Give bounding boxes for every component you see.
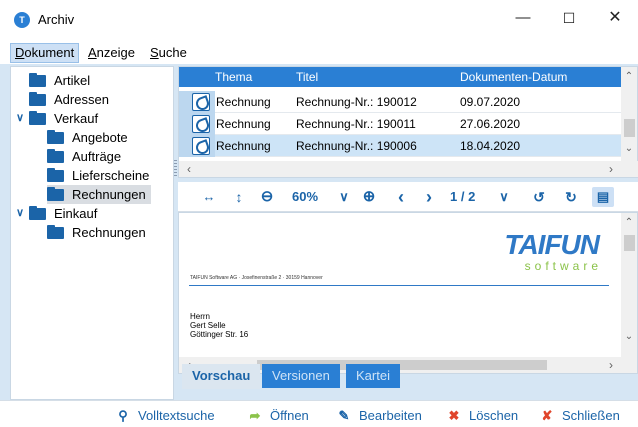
grid-vertical-scrollbar[interactable]: ⌃ ⌄ <box>621 67 637 161</box>
close-icon: ✘ <box>541 408 553 423</box>
rotate-right-icon[interactable]: ↻ <box>562 187 580 207</box>
bearbeiten-button[interactable]: ✎ Bearbeiten <box>335 407 422 425</box>
cell-thema: Rechnung <box>216 117 271 131</box>
cell-datum: 27.06.2020 <box>460 117 521 131</box>
open-icon: ➦ <box>249 408 261 423</box>
cell-datum: 18.04.2020 <box>460 139 521 153</box>
title-bar: T Archiv — ☐ ✕ <box>0 0 638 40</box>
taifun-app-icon: T <box>14 12 30 28</box>
chevron-down-icon[interactable]: ∨ <box>16 204 24 223</box>
menu-suche[interactable]: Suche <box>146 43 191 63</box>
folder-icon <box>29 73 46 87</box>
chevron-right-icon[interactable]: › <box>603 162 619 176</box>
address-line: Gert Selle <box>190 321 226 330</box>
taifun-logo: TAIFUN <box>504 229 600 260</box>
close-window-button[interactable]: ✕ <box>592 0 638 36</box>
menu-dokument[interactable]: Dokument <box>10 43 80 63</box>
folder-open-icon <box>29 206 46 220</box>
chevron-down-icon[interactable]: ⌄ <box>621 143 637 154</box>
page-indicator[interactable]: 1 / 2 <box>450 187 475 207</box>
folder-icon <box>47 130 64 144</box>
chevron-left-icon[interactable]: ‹ <box>181 162 197 176</box>
cell-titel: Rechnung-Nr.: 190012 <box>296 95 417 109</box>
edit-icon: ✎ <box>338 408 350 423</box>
chevron-down-icon[interactable]: ⌄ <box>621 331 637 342</box>
folder-icon <box>47 187 64 201</box>
folder-icon <box>29 92 46 106</box>
chevron-up-icon[interactable]: ⌃ <box>621 217 637 228</box>
fit-height-icon[interactable]: ↕ <box>230 187 248 207</box>
taifun-logo-subtitle: software <box>524 259 602 273</box>
chevron-up-icon[interactable]: ⌃ <box>621 71 637 82</box>
tab-vorschau[interactable]: Vorschau <box>182 364 261 389</box>
cell-titel: Rechnung-Nr.: 190011 <box>296 117 416 131</box>
maximize-button[interactable]: ☐ <box>546 0 592 36</box>
address-line: Herrn <box>190 312 211 321</box>
window-title: Archiv <box>38 12 75 27</box>
cell-thema: Rechnung <box>216 95 271 109</box>
minimize-button[interactable]: — <box>500 0 546 36</box>
table-row[interactable]: Rechnung Rechnung-Nr.: 190011 27.06.2020 <box>179 113 623 135</box>
column-header-titel[interactable]: Titel <box>296 70 318 84</box>
chevron-right-icon[interactable]: › <box>603 358 619 372</box>
pdf-icon <box>192 137 210 155</box>
rotate-left-icon[interactable]: ↺ <box>530 187 548 207</box>
pdf-icon <box>192 115 210 133</box>
tab-kartei[interactable]: Kartei <box>346 364 400 388</box>
document-grid: Thema Titel Dokumenten-Datum Rechnung Re… <box>178 66 638 178</box>
zoom-level[interactable]: 60% <box>292 187 318 207</box>
divider-line <box>189 285 609 286</box>
cell-titel: Rechnung-Nr.: 190006 <box>296 139 417 153</box>
schliessen-button[interactable]: ✘ Schließen <box>538 407 620 425</box>
cell-datum: 09.07.2020 <box>460 95 521 109</box>
cell-thema: Rechnung <box>216 139 271 153</box>
table-row-selected[interactable]: Rechnung Rechnung-Nr.: 190006 18.04.2020 <box>179 135 623 157</box>
column-header-datum[interactable]: Dokumenten-Datum <box>460 70 567 84</box>
oeffnen-button[interactable]: ➦ Öffnen <box>246 407 309 425</box>
fit-width-icon[interactable]: ↔ <box>200 187 218 207</box>
grid-header: Thema Titel Dokumenten-Datum <box>179 67 623 87</box>
folder-icon <box>47 225 64 239</box>
loeschen-button[interactable]: ✖ Löschen <box>445 407 519 425</box>
grid-horizontal-scrollbar[interactable]: ‹ › <box>179 161 638 177</box>
sender-line: TAIFUN Software AG · Josefinenstraße 2 ·… <box>190 275 323 281</box>
preview-vertical-scrollbar[interactable]: ⌃ ⌄ <box>621 213 637 359</box>
chevron-right-icon[interactable]: › <box>422 187 436 207</box>
folder-tree: Artikel Adressen ∨ Verkauf Angebote Auft… <box>10 66 174 400</box>
folder-icon <box>47 168 64 182</box>
tab-versionen[interactable]: Versionen <box>262 364 340 388</box>
column-header-thema[interactable]: Thema <box>215 70 252 84</box>
pdf-preview[interactable]: TAIFUN software TAIFUN Software AG · Jos… <box>178 212 638 374</box>
table-row[interactable]: Rechnung Rechnung-Nr.: 190012 09.07.2020 <box>179 91 623 113</box>
address-line: Göttinger Str. 16 <box>190 330 249 339</box>
scrollbar-thumb[interactable] <box>624 119 635 137</box>
chevron-down-icon[interactable]: ∨ <box>336 187 352 207</box>
viewer-toolbar: ↔ ↕ ⊖ 60% ∨ ⊕ ‹ › 1 / 2 ∨ ↺ ↻ ▤ <box>178 182 638 212</box>
menu-bar: Dokument Anzeige Suche <box>0 43 638 63</box>
zoom-out-icon[interactable]: ⊖ <box>258 187 276 207</box>
scrollbar-thumb[interactable] <box>624 235 635 251</box>
zoom-in-icon[interactable]: ⊕ <box>360 187 378 207</box>
splitter-handle[interactable] <box>174 160 177 176</box>
search-icon: ⚲ <box>118 408 128 423</box>
tree-item-rechnungen-verkauf[interactable]: Rechnungen <box>47 185 151 204</box>
chevron-down-icon[interactable]: ∨ <box>496 187 512 207</box>
menu-anzeige[interactable]: Anzeige <box>84 43 139 63</box>
pdf-icon <box>192 93 210 111</box>
volltextsuche-button[interactable]: ⚲ Volltextsuche <box>114 407 214 425</box>
folder-open-icon <box>29 111 46 125</box>
folder-icon <box>47 149 64 163</box>
chevron-down-icon[interactable]: ∨ <box>16 109 24 128</box>
delete-icon: ✖ <box>448 408 460 423</box>
action-bar: ⚲ Volltextsuche ➦ Öffnen ✎ Bearbeiten ✖ Lösc… <box>0 400 638 427</box>
chevron-left-icon[interactable]: ‹ <box>394 187 408 207</box>
export-icon[interactable]: ▤ <box>592 187 614 207</box>
